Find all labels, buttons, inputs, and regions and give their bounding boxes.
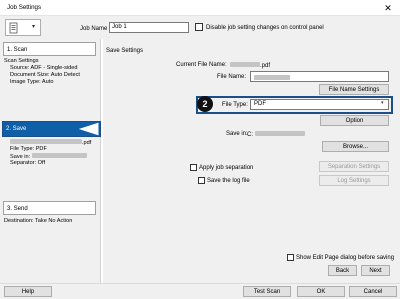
- file-type-select[interactable]: PDF: [250, 99, 389, 110]
- show-edit-page-label: Show Edit Page dialog before saving: [296, 255, 395, 261]
- scan-document-size: Document Size: Auto Detect: [10, 72, 80, 78]
- scan-settings-title: Scan Settings: [4, 58, 39, 64]
- tab-scan[interactable]: 1. Scan: [3, 42, 96, 56]
- log-settings-button[interactable]: Log Settings: [319, 175, 389, 186]
- job-selector-dropdown[interactable]: ▾: [5, 19, 41, 36]
- show-edit-page-checkbox[interactable]: [287, 254, 294, 261]
- tab-send-label: 3. Send: [7, 206, 28, 212]
- current-file-extension: .pdf: [260, 63, 271, 69]
- save-log-file-label: Save the log file: [207, 178, 250, 184]
- option-button[interactable]: Option: [320, 115, 389, 126]
- redacted-text: [254, 131, 305, 136]
- pointer-arrow-icon: [77, 122, 99, 136]
- title-bar: [0, 0, 400, 16]
- file-type-label: File Type:: [222, 102, 248, 108]
- next-button[interactable]: Next: [361, 265, 390, 276]
- browse-button[interactable]: Browse...: [322, 141, 389, 152]
- save-file-name: .pdf: [10, 139, 91, 146]
- job-name-input[interactable]: Job 1: [109, 22, 189, 33]
- file-name-label: File Name:: [217, 74, 247, 80]
- file-name-input[interactable]: [250, 71, 389, 82]
- save-file-type: File Type: PDF: [10, 146, 47, 152]
- redacted-text: [10, 139, 82, 144]
- disable-job-changes-label: Disable job setting changes on control p…: [206, 25, 324, 31]
- back-button[interactable]: Back: [328, 265, 357, 276]
- save-settings-title: Save Settings: [106, 48, 144, 54]
- current-file-name-value: .pdf: [230, 62, 270, 69]
- chevron-down-icon: ▾: [32, 24, 36, 30]
- apply-job-separation-checkbox[interactable]: [190, 164, 197, 171]
- tab-scan-label: 1. Scan: [7, 47, 28, 53]
- save-file-extension: .pdf: [82, 140, 92, 146]
- scan-source: Source: ADF - Single-sided: [10, 65, 78, 71]
- window-title: Job Settings: [7, 4, 42, 11]
- document-icon: [9, 22, 18, 34]
- ok-button[interactable]: OK: [297, 286, 345, 297]
- save-in-label: Save in:: [226, 131, 248, 137]
- separation-settings-button[interactable]: Separation Settings: [319, 161, 389, 172]
- tab-send[interactable]: 3. Send: [3, 201, 96, 215]
- test-scan-button[interactable]: Test Scan: [243, 286, 291, 297]
- scan-image-type: Image Type: Auto: [10, 79, 54, 85]
- help-button[interactable]: Help: [4, 286, 52, 297]
- save-log-file-checkbox[interactable]: [198, 177, 205, 184]
- save-in-prefix: C:: [247, 132, 253, 138]
- cancel-button[interactable]: Cancel: [349, 286, 397, 297]
- redacted-text: [254, 75, 290, 80]
- redacted-text: [31, 153, 87, 158]
- current-file-name-label: Current File Name:: [176, 62, 227, 68]
- save-separator: Separator: Off: [10, 160, 46, 166]
- tab-save-label: 2. Save: [6, 126, 27, 132]
- callout-marker-2: 2: [197, 96, 213, 112]
- save-in: Save in:: [10, 153, 87, 160]
- close-icon[interactable]: ✕: [383, 3, 393, 13]
- save-in-value: C:: [247, 131, 305, 138]
- chevron-down-icon: ▾: [381, 100, 384, 106]
- disable-job-changes-checkbox[interactable]: [195, 23, 203, 31]
- redacted-text: [230, 62, 260, 67]
- send-destination: Destination: Take No Action: [4, 218, 73, 224]
- file-name-settings-button[interactable]: File Name Settings: [319, 84, 389, 95]
- job-name-label: Job Name: [80, 26, 108, 32]
- apply-job-separation-label: Apply job separation: [199, 165, 254, 171]
